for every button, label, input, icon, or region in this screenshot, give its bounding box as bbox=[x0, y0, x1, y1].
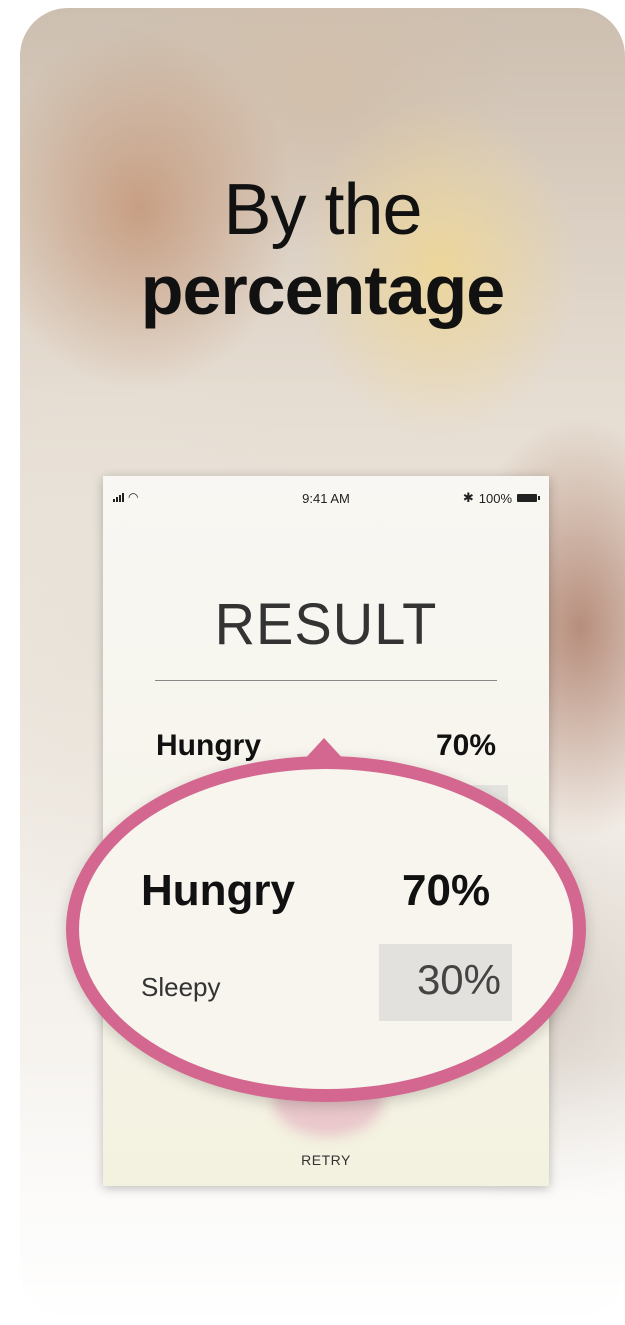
magnifier-pointer bbox=[302, 738, 346, 762]
magnified-label-sleepy: Sleepy bbox=[141, 972, 221, 1002]
result-title: RESULT bbox=[214, 590, 438, 657]
headline-line-2: percentage bbox=[140, 251, 505, 329]
bluetooth-icon: ✱ bbox=[462, 490, 474, 505]
battery-percent: 100% bbox=[478, 490, 512, 506]
status-bar: ◠ 9:41 AM ✱ 100% bbox=[103, 476, 549, 520]
promo-headline: By the percentage bbox=[20, 170, 625, 330]
result-divider bbox=[155, 680, 497, 681]
battery-icon bbox=[517, 494, 540, 502]
magnified-value-sleepy: 30% bbox=[416, 956, 501, 1003]
result-row-label-hungry: Hungry bbox=[156, 729, 261, 762]
magnifier-callout bbox=[66, 756, 586, 1102]
retry-button[interactable]: RETRY bbox=[103, 1152, 549, 1168]
result-row-value-hungry: 70% bbox=[435, 729, 496, 762]
magnified-value-hungry: 70% bbox=[402, 866, 491, 915]
status-right: ✱ 100% bbox=[462, 490, 540, 506]
headline-line-1: By the bbox=[223, 170, 422, 250]
magnified-label-hungry: Hungry bbox=[141, 866, 295, 915]
